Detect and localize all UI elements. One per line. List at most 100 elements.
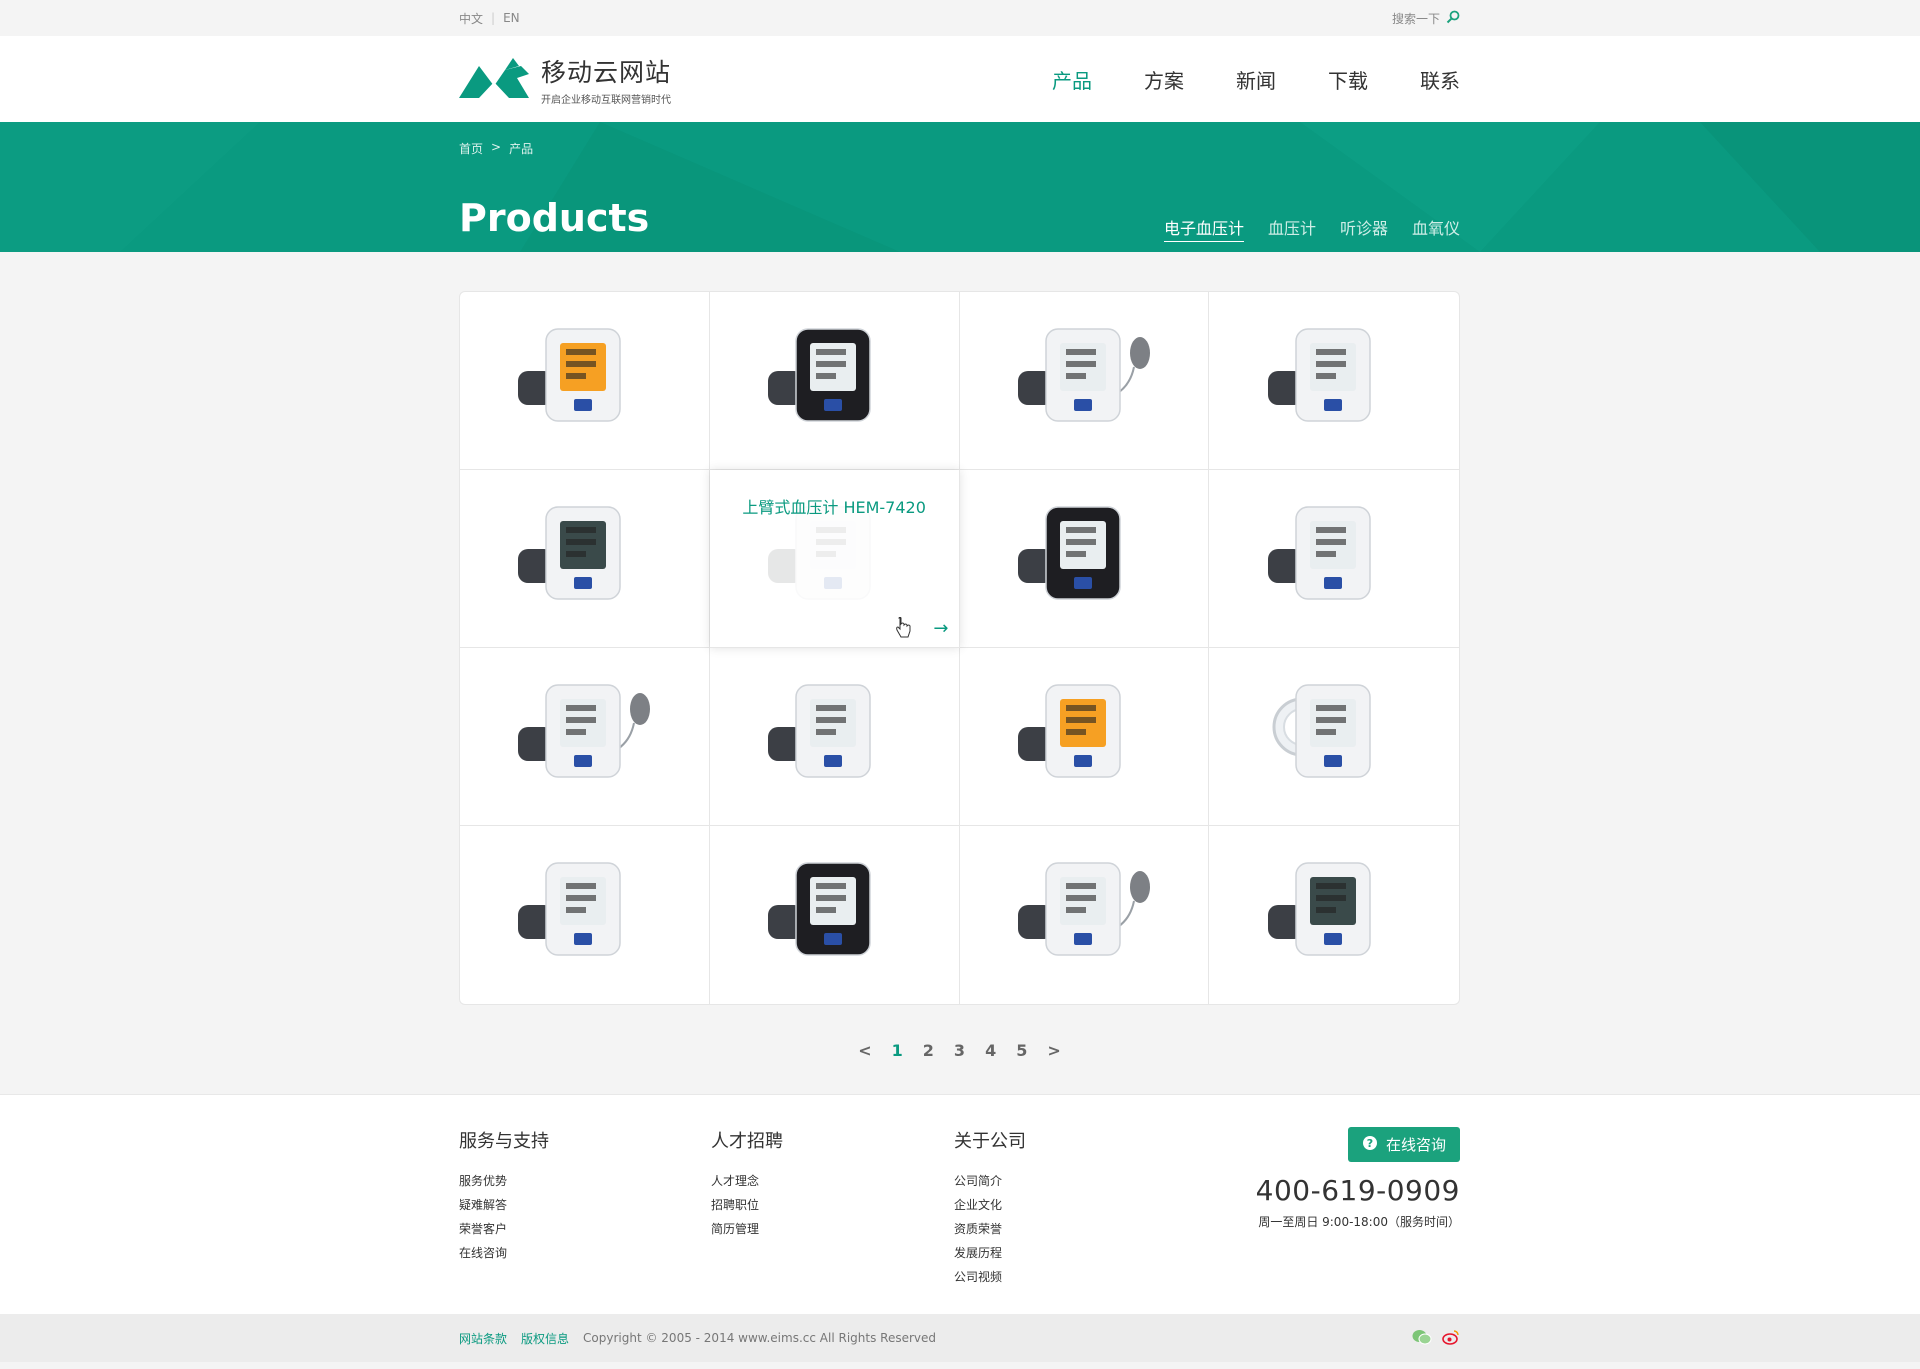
pager-page[interactable]: 2 bbox=[921, 1041, 936, 1060]
copyright-info-link[interactable]: 版权信息 bbox=[521, 1330, 569, 1347]
social-links bbox=[1412, 1329, 1460, 1348]
pager-page[interactable]: 1 bbox=[890, 1041, 905, 1060]
footer-col-about: 关于公司 公司简介 企业文化 资质荣誉 发展历程 公司视频 bbox=[954, 1127, 1026, 1289]
footer-link[interactable]: 招聘职位 bbox=[711, 1193, 783, 1217]
category-tab-sphygmomanometer[interactable]: 血压计 bbox=[1268, 215, 1316, 242]
product-title[interactable]: 上臂式血压计 HEM-7420 bbox=[710, 494, 959, 518]
category-tab-oximeter[interactable]: 血氧仪 bbox=[1412, 215, 1460, 242]
product-image bbox=[1014, 319, 1154, 443]
top-bar: 中文 | EN 搜索一下 bbox=[0, 0, 1920, 36]
language-switch: 中文 | EN bbox=[459, 10, 520, 27]
product-card[interactable] bbox=[959, 292, 1210, 470]
footer-link[interactable]: 荣誉客户 bbox=[459, 1217, 549, 1241]
pager-next-button[interactable]: > bbox=[1045, 1041, 1062, 1060]
copyright-text: Copyright © 2005 - 2014 www.eims.cc All … bbox=[583, 1331, 936, 1345]
arrow-right-icon[interactable]: → bbox=[933, 618, 948, 639]
product-image bbox=[764, 319, 904, 443]
product-image bbox=[1014, 675, 1154, 799]
product-image bbox=[514, 319, 654, 443]
footer-link[interactable]: 企业文化 bbox=[954, 1193, 1026, 1217]
lang-en-link[interactable]: EN bbox=[503, 11, 520, 25]
footer-link[interactable]: 资质荣誉 bbox=[954, 1217, 1026, 1241]
footer-contact: ? 在线咨询 400-619-0909 周一至周日 9:00-18:00（服务时… bbox=[1256, 1127, 1460, 1230]
product-card[interactable] bbox=[460, 470, 710, 648]
product-card[interactable] bbox=[709, 292, 960, 470]
nav-products[interactable]: 产品 bbox=[1052, 65, 1092, 94]
online-consult-label: 在线咨询 bbox=[1385, 1136, 1446, 1154]
service-hours: 周一至周日 9:00-18:00（服务时间） bbox=[1258, 1215, 1460, 1229]
footer-col-title: 服务与支持 bbox=[459, 1131, 549, 1152]
product-image bbox=[1014, 497, 1154, 621]
logo-icon bbox=[459, 56, 529, 102]
main-nav: 产品 方案 新闻 下载 联系 bbox=[1052, 65, 1460, 94]
logo-name: 移动云网站 bbox=[541, 57, 672, 87]
product-image bbox=[764, 675, 904, 799]
site-footer: 服务与支持 服务优势 疑难解答 荣誉客户 在线咨询 人才招聘 人才理念 招聘职位… bbox=[0, 1094, 1920, 1314]
footer-link[interactable]: 疑难解答 bbox=[459, 1193, 549, 1217]
nav-download[interactable]: 下载 bbox=[1328, 65, 1368, 94]
product-card[interactable]: 上臂式血压计 HEM-7420 → bbox=[709, 470, 960, 648]
product-card[interactable] bbox=[1209, 292, 1459, 470]
pager-page[interactable]: 3 bbox=[952, 1041, 967, 1060]
lang-separator: | bbox=[491, 11, 496, 25]
nav-news[interactable]: 新闻 bbox=[1236, 65, 1276, 94]
product-card[interactable] bbox=[710, 826, 960, 1004]
product-card[interactable] bbox=[960, 826, 1210, 1004]
pager-prev-button[interactable]: < bbox=[856, 1041, 873, 1060]
search-box[interactable]: 搜索一下 bbox=[1392, 10, 1460, 27]
nav-solutions[interactable]: 方案 bbox=[1144, 65, 1184, 94]
breadcrumb: 首页 > 产品 bbox=[459, 140, 533, 157]
product-card[interactable] bbox=[460, 292, 710, 470]
product-card[interactable] bbox=[959, 470, 1210, 648]
page-banner: 首页 > 产品 Products 电子血压计 血压计 听诊器 血氧仪 bbox=[0, 122, 1920, 252]
site-logo[interactable]: 移动云网站 开启企业移动互联网营销时代 bbox=[459, 53, 671, 106]
product-image bbox=[514, 853, 654, 977]
product-image bbox=[514, 675, 654, 799]
online-consult-button[interactable]: ? 在线咨询 bbox=[1347, 1127, 1460, 1162]
footer-link[interactable]: 在线咨询 bbox=[459, 1241, 549, 1265]
lang-cn-link[interactable]: 中文 bbox=[459, 10, 483, 27]
logo-slogan: 开启企业移动互联网营销时代 bbox=[541, 94, 671, 106]
footer-link[interactable]: 服务优势 bbox=[459, 1169, 549, 1193]
footer-link[interactable]: 简历管理 bbox=[711, 1217, 783, 1241]
category-nav: 电子血压计 血压计 听诊器 血氧仪 bbox=[1163, 215, 1460, 242]
search-icon[interactable] bbox=[1446, 10, 1460, 27]
svg-text:?: ? bbox=[1367, 1137, 1373, 1150]
product-card[interactable] bbox=[959, 648, 1210, 826]
footer-link[interactable]: 发展历程 bbox=[954, 1241, 1026, 1265]
breadcrumb-separator: > bbox=[491, 140, 502, 154]
footer-link[interactable]: 公司视频 bbox=[954, 1265, 1026, 1289]
product-image bbox=[1264, 675, 1404, 799]
footer-link[interactable]: 公司简介 bbox=[954, 1169, 1026, 1193]
product-card[interactable] bbox=[1209, 826, 1459, 1004]
product-image bbox=[1014, 853, 1154, 977]
hotline-number: 400-619-0909 bbox=[1255, 1174, 1460, 1207]
breadcrumb-current: 产品 bbox=[509, 142, 534, 156]
hand-cursor-icon bbox=[895, 616, 911, 643]
search-label[interactable]: 搜索一下 bbox=[1392, 10, 1440, 27]
footer-col-careers: 人才招聘 人才理念 招聘职位 简历管理 bbox=[711, 1127, 783, 1241]
help-icon: ? bbox=[1362, 1135, 1378, 1155]
product-card[interactable] bbox=[460, 648, 710, 826]
product-image bbox=[514, 497, 654, 621]
pager-page[interactable]: 5 bbox=[1014, 1041, 1029, 1060]
pager-page[interactable]: 4 bbox=[983, 1041, 998, 1060]
category-tab-electronic[interactable]: 电子血压计 bbox=[1163, 215, 1244, 242]
nav-contact[interactable]: 联系 bbox=[1420, 65, 1460, 94]
footer-link[interactable]: 人才理念 bbox=[711, 1169, 783, 1193]
footer-col-service: 服务与支持 服务优势 疑难解答 荣誉客户 在线咨询 bbox=[459, 1127, 549, 1265]
product-card[interactable] bbox=[709, 648, 960, 826]
wechat-icon[interactable] bbox=[1412, 1329, 1432, 1348]
page-title: Products bbox=[459, 196, 650, 240]
product-grid: 上臂式血压计 HEM-7420 → bbox=[459, 291, 1460, 1005]
bottom-bar: 网站条款 版权信息 Copyright © 2005 - 2014 www.ei… bbox=[0, 1314, 1920, 1362]
product-card[interactable] bbox=[1209, 648, 1459, 826]
product-card[interactable] bbox=[1209, 470, 1459, 648]
terms-link[interactable]: 网站条款 bbox=[459, 1330, 507, 1347]
breadcrumb-home[interactable]: 首页 bbox=[459, 140, 483, 157]
product-card[interactable] bbox=[460, 826, 710, 1004]
weibo-icon[interactable] bbox=[1442, 1329, 1460, 1348]
category-tab-stethoscope[interactable]: 听诊器 bbox=[1340, 215, 1388, 242]
product-image bbox=[1264, 853, 1404, 977]
footer-col-title: 人才招聘 bbox=[711, 1131, 783, 1152]
